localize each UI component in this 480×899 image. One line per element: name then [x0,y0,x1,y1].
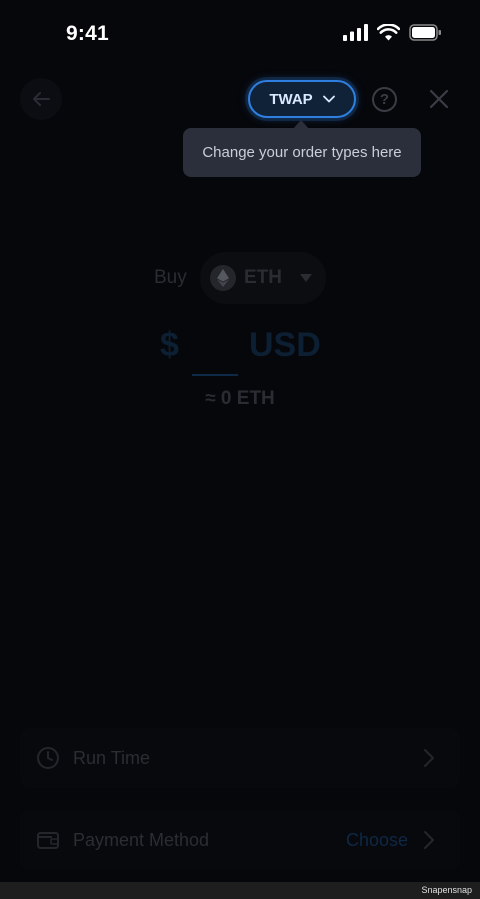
currency-symbol: $ [160,326,179,364]
buy-row: Buy ETH [0,252,480,304]
bottom-strip: Snapensnap [0,882,480,899]
order-type-button[interactable]: TWAP [248,80,356,118]
asset-selector[interactable]: ETH [200,252,326,304]
status-time: 9:41 [66,22,109,45]
caret-down-icon [300,274,312,282]
tooltip-text: Change your order types here [202,144,402,161]
wallet-icon [37,832,59,849]
converted-amount: ≈ 0 ETH [205,388,275,409]
status-icons [343,24,442,41]
close-button[interactable] [426,86,452,112]
chevron-right-icon [424,831,434,849]
arrow-left-icon [33,92,50,106]
eth-icon [210,265,236,291]
wifi-icon [377,24,400,41]
signal-icon [343,24,368,41]
payment-method-value[interactable]: Choose [346,830,408,851]
help-icon: ? [379,91,390,108]
amount-input[interactable] [192,374,238,376]
close-icon [429,89,449,109]
amount-row: $ USD [0,326,480,376]
chevron-right-icon [424,749,434,767]
buy-label: Buy [154,267,187,288]
chevron-down-icon [322,95,335,103]
order-type-tooltip: Change your order types here [183,128,421,177]
status-bar: 9:41 [0,0,480,70]
currency-unit: USD [249,326,321,364]
clock-icon [37,747,59,769]
help-button[interactable]: ? [372,87,397,112]
asset-symbol: ETH [244,267,282,288]
battery-icon [409,24,441,41]
run-time-label: Run Time [73,748,151,768]
run-time-option[interactable]: Run Time [20,728,460,788]
payment-method-option[interactable]: Payment Method Choose [20,810,460,870]
payment-method-label: Payment Method [73,830,210,850]
screen: 9:41 TWAP ? Change your order types here… [0,0,480,882]
back-button[interactable] [20,78,62,120]
watermark: Snapensnap [421,885,472,895]
order-type-label: TWAP [269,90,313,108]
